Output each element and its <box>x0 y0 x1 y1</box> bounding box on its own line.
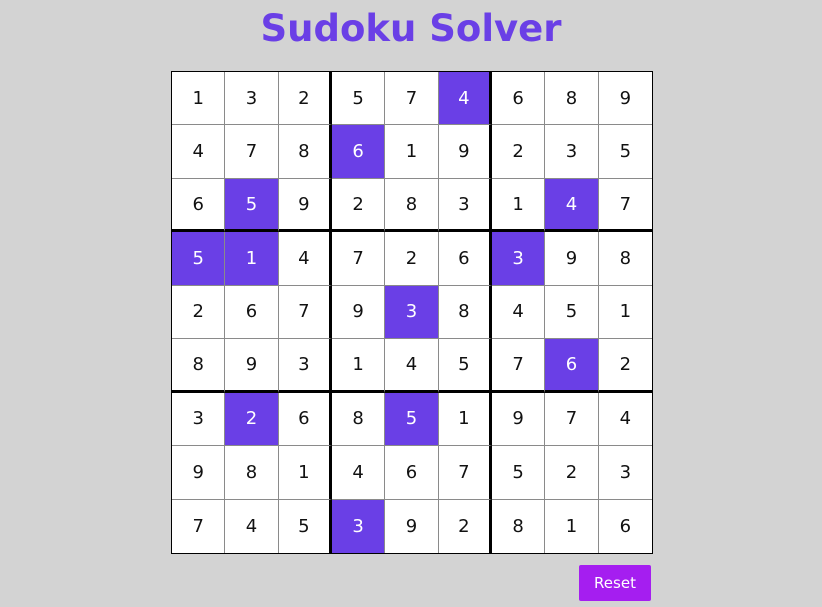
sudoku-cell-r2-c4[interactable]: 6 <box>331 125 386 179</box>
sudoku-cell-r6-c3[interactable]: 3 <box>278 339 332 393</box>
sudoku-cell-r7-c4[interactable]: 8 <box>331 392 386 447</box>
sudoku-cell-r8-c5[interactable]: 6 <box>385 446 439 500</box>
sudoku-cell-r6-c7[interactable]: 7 <box>491 339 546 393</box>
sudoku-cell-r9-c1[interactable]: 7 <box>172 499 226 553</box>
sudoku-cell-r9-c5[interactable]: 9 <box>385 499 439 553</box>
sudoku-cell-r8-c6[interactable]: 7 <box>438 446 492 500</box>
sudoku-cell-r7-c1[interactable]: 3 <box>172 392 226 447</box>
sudoku-cell-r4-c9[interactable]: 8 <box>598 232 652 286</box>
sudoku-cell-r7-c7[interactable]: 9 <box>491 392 546 447</box>
sudoku-cell-r7-c6[interactable]: 1 <box>438 392 492 447</box>
sudoku-cell-r8-c4[interactable]: 4 <box>331 446 386 500</box>
sudoku-cell-r9-c9[interactable]: 6 <box>598 499 652 553</box>
sudoku-cell-r3-c4[interactable]: 2 <box>331 178 386 233</box>
sudoku-cell-r3-c9[interactable]: 7 <box>598 178 652 233</box>
sudoku-cell-r8-c8[interactable]: 2 <box>545 446 599 500</box>
sudoku-app: Sudoku Solver 13257468947861923565928314… <box>0 0 822 607</box>
sudoku-cell-r8-c1[interactable]: 9 <box>172 446 226 500</box>
sudoku-cell-r9-c3[interactable]: 5 <box>278 499 332 553</box>
sudoku-cell-r5-c5[interactable]: 3 <box>385 285 439 340</box>
sudoku-cell-r1-c1[interactable]: 1 <box>172 72 226 126</box>
sudoku-cell-r1-c4[interactable]: 5 <box>331 72 386 126</box>
sudoku-cell-r9-c8[interactable]: 1 <box>545 499 599 553</box>
sudoku-cell-r4-c7[interactable]: 3 <box>491 232 546 286</box>
sudoku-cell-r4-c2[interactable]: 1 <box>225 232 279 286</box>
sudoku-cell-r4-c1[interactable]: 5 <box>172 232 226 286</box>
sudoku-cell-r2-c6[interactable]: 9 <box>438 125 492 179</box>
sudoku-cell-r5-c1[interactable]: 2 <box>172 285 226 340</box>
sudoku-board: 1325746894786192356592831475147263982679… <box>171 71 653 554</box>
sudoku-cell-r5-c7[interactable]: 4 <box>491 285 546 340</box>
sudoku-cell-r1-c2[interactable]: 3 <box>225 72 279 126</box>
sudoku-cell-r3-c1[interactable]: 6 <box>172 178 226 233</box>
sudoku-cell-r5-c8[interactable]: 5 <box>545 285 599 340</box>
sudoku-cell-r7-c8[interactable]: 7 <box>545 392 599 447</box>
sudoku-cell-r6-c5[interactable]: 4 <box>385 339 439 393</box>
sudoku-cell-r9-c4[interactable]: 3 <box>331 499 386 553</box>
sudoku-cell-r5-c6[interactable]: 8 <box>438 285 492 340</box>
sudoku-cell-r2-c3[interactable]: 8 <box>278 125 332 179</box>
sudoku-cell-r6-c8[interactable]: 6 <box>545 339 599 393</box>
sudoku-cell-r1-c9[interactable]: 9 <box>598 72 652 126</box>
sudoku-cell-r8-c9[interactable]: 3 <box>598 446 652 500</box>
sudoku-cell-r4-c8[interactable]: 9 <box>545 232 599 286</box>
sudoku-cell-r9-c7[interactable]: 8 <box>491 499 546 553</box>
sudoku-cell-r4-c3[interactable]: 4 <box>278 232 332 286</box>
sudoku-cell-r8-c2[interactable]: 8 <box>225 446 279 500</box>
sudoku-cell-r8-c7[interactable]: 5 <box>491 446 546 500</box>
reset-button[interactable]: Reset <box>579 565 651 601</box>
sudoku-cell-r9-c2[interactable]: 4 <box>225 499 279 553</box>
sudoku-cell-r2-c7[interactable]: 2 <box>491 125 546 179</box>
sudoku-cell-r3-c5[interactable]: 8 <box>385 178 439 233</box>
sudoku-cell-r1-c5[interactable]: 7 <box>385 72 439 126</box>
sudoku-cell-r6-c1[interactable]: 8 <box>172 339 226 393</box>
sudoku-cell-r1-c7[interactable]: 6 <box>491 72 546 126</box>
sudoku-cell-r1-c3[interactable]: 2 <box>278 72 332 126</box>
sudoku-cell-r3-c6[interactable]: 3 <box>438 178 492 233</box>
sudoku-cell-r3-c7[interactable]: 1 <box>491 178 546 233</box>
sudoku-cell-r6-c4[interactable]: 1 <box>331 339 386 393</box>
sudoku-cell-r1-c6[interactable]: 4 <box>438 72 492 126</box>
sudoku-cell-r7-c9[interactable]: 4 <box>598 392 652 447</box>
sudoku-cell-r3-c2[interactable]: 5 <box>225 178 279 233</box>
sudoku-cell-r5-c3[interactable]: 7 <box>278 285 332 340</box>
sudoku-cell-r2-c1[interactable]: 4 <box>172 125 226 179</box>
sudoku-cell-r7-c3[interactable]: 6 <box>278 392 332 447</box>
sudoku-cell-r6-c6[interactable]: 5 <box>438 339 492 393</box>
sudoku-cell-r4-c5[interactable]: 2 <box>385 232 439 286</box>
sudoku-cell-r5-c9[interactable]: 1 <box>598 285 652 340</box>
sudoku-cell-r8-c3[interactable]: 1 <box>278 446 332 500</box>
sudoku-cell-r5-c2[interactable]: 6 <box>225 285 279 340</box>
sudoku-cell-r6-c2[interactable]: 9 <box>225 339 279 393</box>
sudoku-cell-r2-c2[interactable]: 7 <box>225 125 279 179</box>
sudoku-cell-r4-c6[interactable]: 6 <box>438 232 492 286</box>
sudoku-cell-r1-c8[interactable]: 8 <box>545 72 599 126</box>
sudoku-cell-r6-c9[interactable]: 2 <box>598 339 652 393</box>
sudoku-cell-r3-c8[interactable]: 4 <box>545 178 599 233</box>
sudoku-cell-r2-c5[interactable]: 1 <box>385 125 439 179</box>
sudoku-cell-r2-c8[interactable]: 3 <box>545 125 599 179</box>
sudoku-cell-r5-c4[interactable]: 9 <box>331 285 386 340</box>
sudoku-cell-r4-c4[interactable]: 7 <box>331 232 386 286</box>
sudoku-cell-r2-c9[interactable]: 5 <box>598 125 652 179</box>
sudoku-cell-r3-c3[interactable]: 9 <box>278 178 332 233</box>
page-title: Sudoku Solver <box>260 7 562 50</box>
sudoku-cell-r7-c5[interactable]: 5 <box>385 392 439 447</box>
sudoku-cell-r7-c2[interactable]: 2 <box>225 392 279 447</box>
sudoku-cell-r9-c6[interactable]: 2 <box>438 499 492 553</box>
